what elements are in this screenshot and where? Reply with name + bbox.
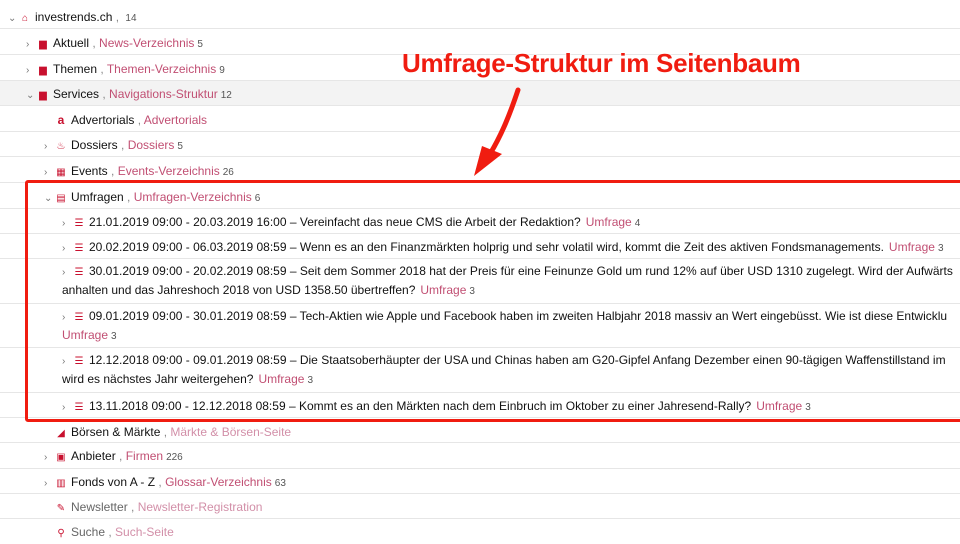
tree-item-count: 26 — [222, 167, 234, 178]
tree-item-type[interactable]: Newsletter-Registration — [138, 500, 263, 514]
tree-item-title[interactable]: Advertorials — [71, 113, 134, 127]
tree-item-title[interactable]: Fonds von A - Z — [71, 475, 155, 489]
chevron-right-icon[interactable]: › — [44, 450, 54, 466]
tree-item-title[interactable]: Dossiers — [71, 138, 118, 152]
home-icon: ⌂ — [21, 13, 29, 24]
chevron-right-icon[interactable]: › — [26, 37, 36, 53]
tree-item-count: 9 — [219, 65, 225, 76]
tree-item-count: 12 — [220, 90, 232, 101]
tree-item-type[interactable]: Dossiers — [128, 138, 175, 152]
annotation-arrow-icon — [474, 87, 521, 176]
book-icon: ▥ — [56, 478, 66, 489]
tree-item-type[interactable]: Navigations-Struktur — [109, 87, 218, 101]
tree-item-type[interactable]: Advertorials — [144, 113, 207, 127]
amazon-icon: a — [57, 113, 65, 127]
chevron-right-icon[interactable]: › — [26, 63, 36, 79]
tree-item-title[interactable]: investrends.ch — [35, 10, 112, 24]
tree-row-newsletter[interactable]: ✎ Newsletter , Newsletter-Registration — [0, 494, 960, 519]
calendar-icon: ▦ — [56, 167, 66, 178]
tree-item-type[interactable]: Such-Seite — [115, 525, 174, 539]
tree-item-count: 63 — [274, 478, 286, 489]
tree-item-type[interactable]: Events-Verzeichnis — [118, 164, 220, 178]
tree-item-count: 14 — [125, 13, 137, 24]
tree-item-title[interactable]: Suche — [71, 525, 105, 539]
folder-icon: ▆ — [39, 90, 47, 101]
folder-icon: ▆ — [39, 39, 47, 50]
tree-row-root[interactable]: ⌄ ⌂ investrends.ch , 14 — [0, 4, 960, 29]
id-card-icon: ▣ — [56, 452, 66, 463]
folder-icon: ▆ — [39, 65, 47, 76]
chevron-right-icon[interactable]: › — [44, 476, 54, 492]
tree-item-title[interactable]: Anbieter — [71, 449, 116, 463]
highlight-box — [25, 180, 960, 422]
tree-item-type[interactable]: Märkte & Börsen-Seite — [170, 425, 291, 439]
chevron-right-icon[interactable]: › — [44, 165, 54, 181]
tree-item-title[interactable]: Newsletter — [71, 500, 128, 514]
chevron-down-icon[interactable]: ⌄ — [26, 88, 36, 104]
tree-item-type[interactable]: News-Verzeichnis — [99, 36, 194, 50]
tree-item-type[interactable]: Firmen — [126, 449, 163, 463]
tree-item-title[interactable]: Events — [71, 164, 108, 178]
chevron-right-icon[interactable]: › — [44, 139, 54, 155]
tree-item-title[interactable]: Aktuell — [53, 36, 89, 50]
tree-item-type[interactable]: Glossar-Verzeichnis — [165, 475, 272, 489]
dossier-icon: ♨ — [56, 141, 66, 152]
tree-item-title[interactable]: Themen — [53, 62, 97, 76]
search-icon: ⚲ — [57, 528, 65, 539]
tree-row-anbieter[interactable]: › ▣ Anbieter , Firmen 226 — [0, 443, 960, 469]
tree-item-count: 5 — [177, 141, 183, 152]
chevron-down-icon[interactable]: ⌄ — [8, 11, 18, 27]
tree-item-count: 5 — [197, 39, 203, 50]
tree-item-count: 226 — [166, 452, 183, 463]
chart-icon: ◢ — [57, 428, 65, 439]
tree-row-suche[interactable]: ⚲ Suche , Such-Seite — [0, 519, 960, 544]
tree-row-fonds[interactable]: › ▥ Fonds von A - Z , Glossar-Verzeichnis 6… — [0, 469, 960, 494]
tree-item-title[interactable]: Services — [53, 87, 99, 101]
tree-item-title[interactable]: Börsen & Märkte — [71, 425, 160, 439]
edit-icon: ✎ — [56, 503, 66, 514]
annotation-label: Umfrage-Struktur im Seitenbaum — [402, 48, 801, 78]
tree-item-type[interactable]: Themen-Verzeichnis — [107, 62, 216, 76]
